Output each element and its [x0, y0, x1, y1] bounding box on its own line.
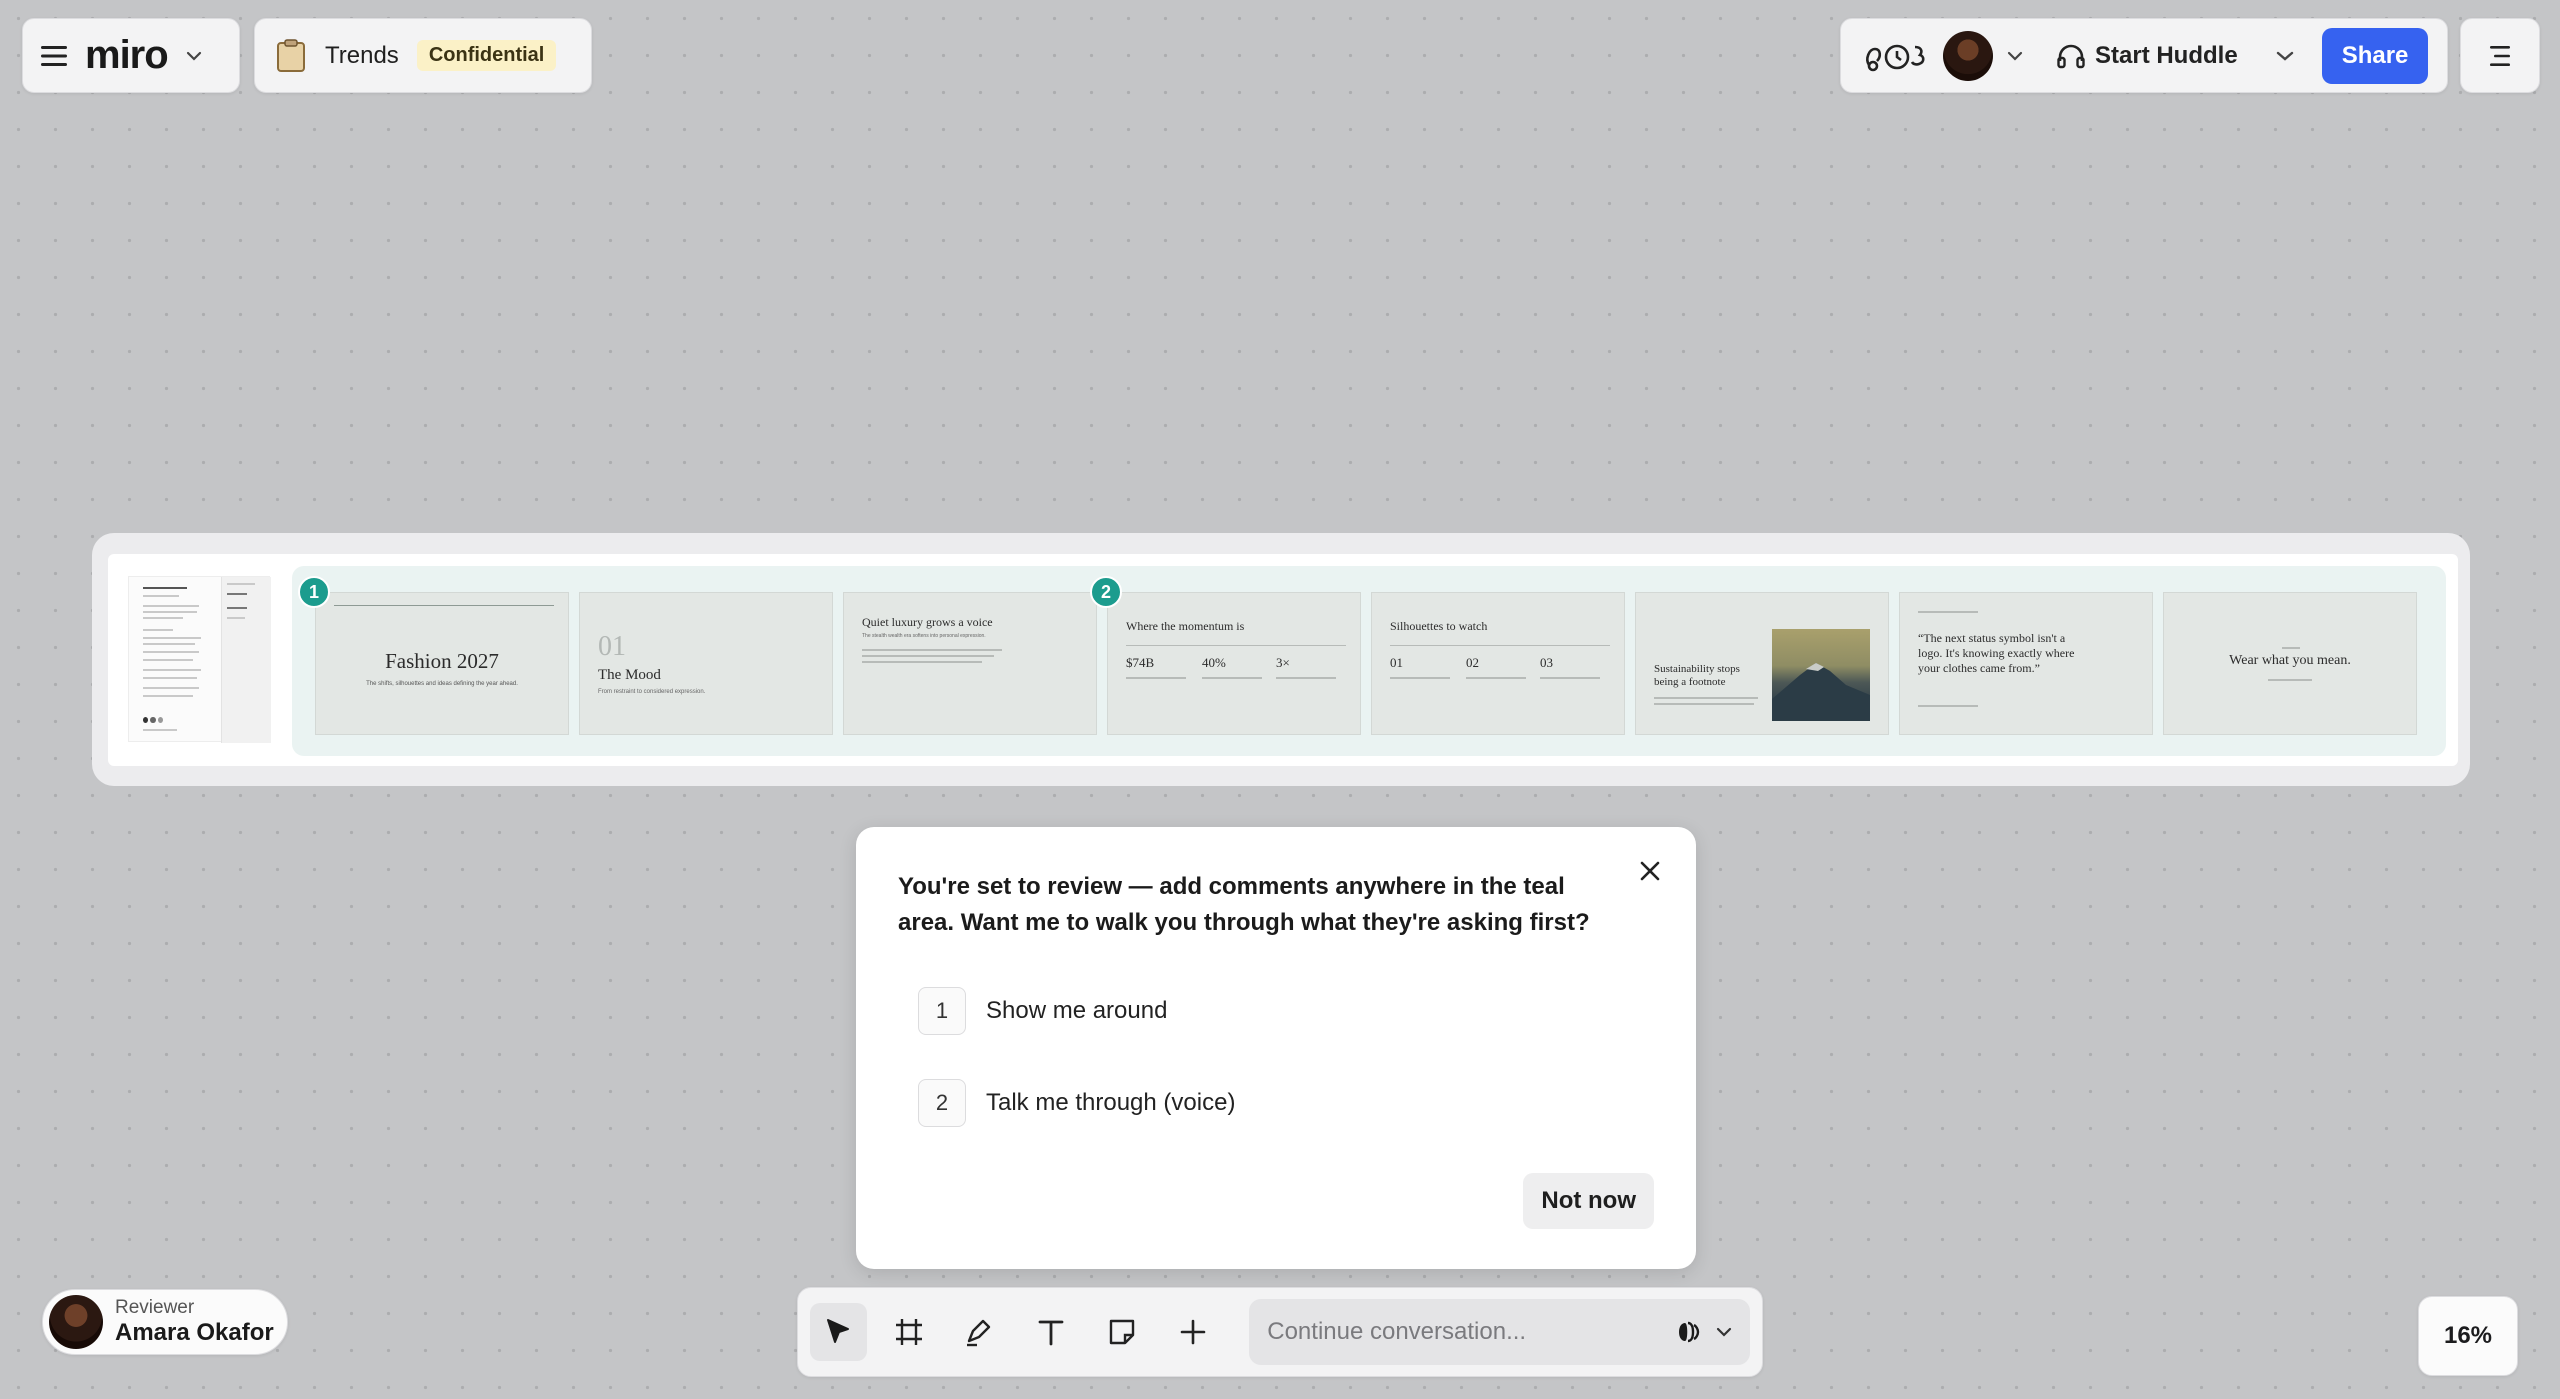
reviewer-role: Reviewer: [115, 1297, 195, 1318]
stat-value: $74B: [1126, 655, 1155, 670]
stat-value: 40%: [1202, 655, 1226, 670]
option-label: Talk me through (voice): [986, 1089, 1236, 1116]
right-panel-toggle[interactable]: [2460, 18, 2540, 93]
pen-tool-button[interactable]: [952, 1303, 1009, 1361]
mountain-image: [1772, 629, 1870, 721]
conversation-bar: [1249, 1299, 1751, 1365]
slide-title: Sustainability stops being a footnote: [1654, 663, 1740, 688]
stat-value: 01: [1390, 655, 1403, 670]
not-now-button[interactable]: Not now: [1523, 1173, 1654, 1229]
reviewer-name: Amara Okafor: [115, 1319, 274, 1346]
slide-2[interactable]: 01 The Mood From restraint to considered…: [579, 592, 833, 735]
sticky-note-tool-button[interactable]: [1094, 1303, 1151, 1361]
slide-subtitle: The shifts, silhouettes and ideas defini…: [366, 681, 518, 687]
slide-title: Quiet luxury grows a voice: [862, 615, 993, 629]
start-huddle-label: Start Huddle: [2095, 41, 2238, 69]
dialog-title: You're set to review — add comments anyw…: [898, 873, 1590, 936]
reactions-timer-icon[interactable]: [1863, 39, 1929, 73]
option-show-me-around[interactable]: 1 Show me around: [918, 987, 1167, 1035]
main-menu-group: miro: [22, 18, 240, 93]
stat-value: 03: [1540, 655, 1553, 670]
start-huddle-button[interactable]: Start Huddle: [2057, 42, 2238, 70]
user-avatar[interactable]: [1943, 30, 1993, 81]
frame-tool-button[interactable]: [881, 1303, 938, 1361]
bottom-toolbar: [797, 1287, 1763, 1377]
pen-icon: [967, 1319, 991, 1347]
option-talk-me-through[interactable]: 2 Talk me through (voice): [918, 1079, 1235, 1127]
board-title[interactable]: Trends: [325, 42, 399, 70]
slide-subtitle: From restraint to considered expression.: [598, 689, 706, 695]
slide-1[interactable]: Fashion 2027 The shifts, silhouettes and…: [315, 592, 569, 735]
chevron-down-icon[interactable]: [186, 51, 202, 61]
slide-title: “The next status symbol isn't a logo. It…: [1918, 631, 2075, 675]
voice-icon: [1679, 1321, 1700, 1343]
close-icon[interactable]: [1630, 851, 1670, 891]
plus-icon: [1180, 1319, 1206, 1345]
miro-logo[interactable]: miro: [85, 33, 169, 78]
list-menu-icon: [2490, 45, 2510, 66]
dots-icon: [143, 717, 163, 723]
slide-number-badge[interactable]: 1: [298, 576, 330, 608]
slide-6[interactable]: Sustainability stops being a footnote: [1635, 592, 1889, 735]
headphones-icon: [2057, 44, 2085, 68]
add-tool-button[interactable]: [1164, 1303, 1221, 1361]
reviewer-card[interactable]: Reviewer Amara Okafor: [42, 1289, 288, 1355]
slide-title: Fashion 2027: [385, 649, 499, 673]
board-info: Trends Confidential: [254, 18, 592, 93]
option-label: Show me around: [986, 997, 1168, 1024]
chevron-down-icon[interactable]: [2276, 51, 2294, 61]
reviewer-avatar: [49, 1295, 103, 1349]
board-icon: [275, 38, 307, 73]
slide-4[interactable]: Where the momentum is $74B 40% 3×: [1107, 592, 1361, 735]
option-number: 1: [918, 987, 966, 1035]
slide-title: Wear what you mean.: [2229, 653, 2351, 668]
slide-number-badge[interactable]: 2: [1090, 576, 1122, 608]
stat-value: 02: [1466, 655, 1479, 670]
voice-options[interactable]: [1676, 1319, 1732, 1345]
text-icon: [1038, 1320, 1064, 1346]
text-tool-button[interactable]: [1023, 1303, 1080, 1361]
option-number: 2: [918, 1079, 966, 1127]
feedback-side-panel[interactable]: [128, 576, 271, 743]
frame-icon: [896, 1319, 923, 1345]
chevron-down-icon: [1716, 1327, 1732, 1337]
hamburger-menu-icon[interactable]: [41, 45, 67, 67]
collaboration-toolbar: Start Huddle Share: [1840, 18, 2448, 93]
slide-subtitle: The stealth wealth era softens into pers…: [862, 633, 986, 639]
confidential-badge: Confidential: [416, 40, 557, 71]
slide-big-number: 01: [598, 631, 626, 662]
slide-title: The Mood: [598, 667, 661, 683]
slide-5[interactable]: Silhouettes to watch 01 02 03: [1371, 592, 1625, 735]
slide-8[interactable]: Wear what you mean.: [2163, 592, 2417, 735]
cursor-icon: [827, 1319, 850, 1343]
slide-7[interactable]: “The next status symbol isn't a logo. It…: [1899, 592, 2153, 735]
slide-3[interactable]: Quiet luxury grows a voice The stealth w…: [843, 592, 1097, 735]
slide-title: Where the momentum is: [1126, 619, 1245, 633]
slide-title: Silhouettes to watch: [1390, 619, 1488, 633]
chevron-down-icon[interactable]: [2007, 51, 2023, 61]
share-button[interactable]: Share: [2321, 27, 2429, 84]
review-onboarding-dialog: You're set to review — add comments anyw…: [856, 827, 1696, 1269]
sticky-note-icon: [1109, 1319, 1135, 1345]
stat-value: 3×: [1276, 655, 1290, 670]
select-tool-button[interactable]: [810, 1303, 867, 1361]
conversation-input[interactable]: [1267, 1318, 1648, 1346]
zoom-level[interactable]: 16%: [2418, 1296, 2518, 1376]
